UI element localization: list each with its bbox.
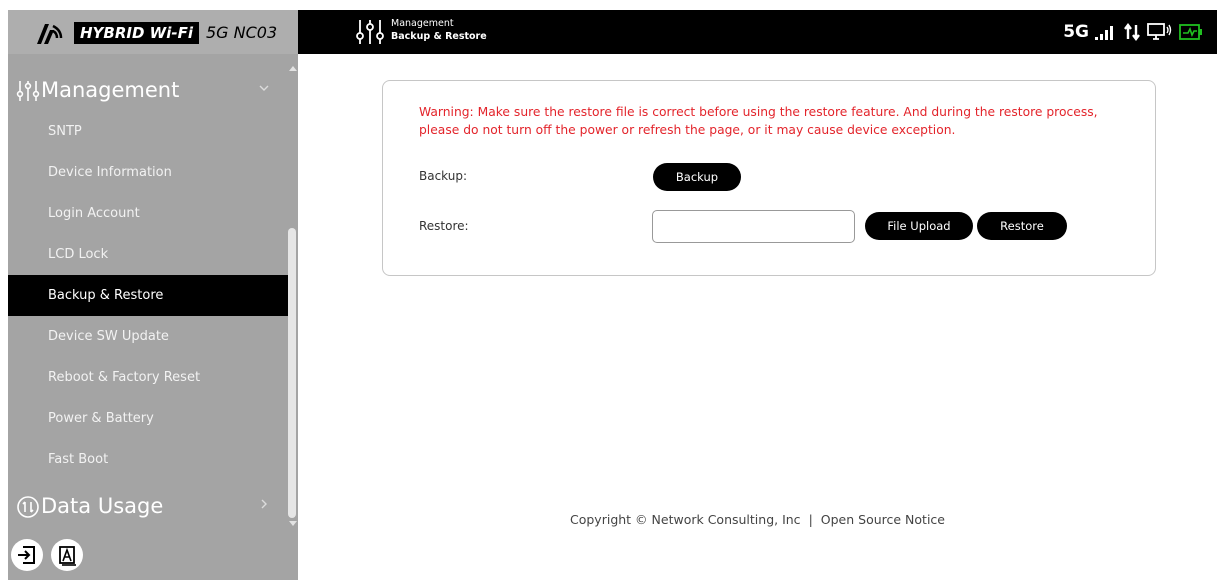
file-upload-button[interactable]: File Upload	[865, 212, 973, 240]
section-data-usage-label: Data Usage	[41, 494, 164, 518]
status-bar: 5G	[1063, 20, 1203, 44]
language-icon[interactable]	[50, 538, 84, 572]
brand-badge: HYBRID Wi-Fi	[74, 22, 199, 44]
sliders-icon	[16, 81, 40, 101]
sidebar-item-lcd-lock[interactable]: LCD Lock	[8, 234, 288, 275]
sidebar-bottom-actions	[8, 530, 298, 580]
backup-restore-card: Warning: Make sure the restore file is c…	[382, 80, 1156, 276]
sidebar-item-label: Fast Boot	[48, 452, 109, 467]
restore-warning: Warning: Make sure the restore file is c…	[419, 105, 1098, 137]
copyright-text: Copyright © Network Consulting, Inc	[570, 512, 801, 527]
sidebar-item-device-information[interactable]: Device Information	[8, 152, 288, 193]
sidebar-scrollbar[interactable]	[288, 66, 298, 530]
sidebar-item-device-sw-update[interactable]: Device SW Update	[8, 316, 288, 357]
sidebar-item-login-account[interactable]: Login Account	[8, 193, 288, 234]
sidebar-item-label: Backup & Restore	[48, 288, 164, 303]
backup-label: Backup:	[419, 169, 468, 183]
logout-icon[interactable]	[10, 538, 44, 572]
connected-devices-icon	[1147, 23, 1172, 40]
signal-icon	[1095, 26, 1113, 40]
footer: Copyright © Network Consulting, Inc | Open…	[298, 511, 1217, 529]
footer-separator: |	[808, 512, 813, 527]
sidebar-item-label: SNTP	[48, 124, 82, 139]
brand-header: HYBRID Wi-Fi 5G NC03	[8, 10, 298, 54]
battery-charging-icon	[1179, 24, 1202, 40]
sidebar: HYBRID Wi-Fi 5G NC03 Management SNTP Dev…	[8, 10, 298, 580]
breadcrumb-current: Backup & Restore	[391, 31, 487, 42]
restore-file-field[interactable]	[652, 210, 855, 243]
data-usage-icon	[17, 496, 39, 518]
brand-model: 5G NC03	[206, 23, 278, 42]
sidebar-item-label: Device Information	[48, 165, 172, 180]
data-transfer-icon	[1124, 23, 1140, 41]
top-bar: Management Backup & Restore 5G	[298, 10, 1217, 54]
sidebar-item-reboot-factory-reset[interactable]: Reboot & Factory Reset	[8, 357, 288, 398]
scroll-down-arrow-icon[interactable]	[289, 521, 297, 526]
sidebar-item-sntp[interactable]: SNTP	[8, 111, 288, 152]
open-source-notice-link[interactable]: Open Source Notice	[821, 512, 945, 527]
chevron-right-icon	[261, 499, 267, 509]
section-management[interactable]: Management	[8, 68, 288, 112]
sliders-icon	[356, 20, 384, 44]
sidebar-item-label: Reboot & Factory Reset	[48, 370, 201, 385]
sidebar-item-label: Login Account	[48, 206, 140, 221]
restore-button[interactable]: Restore	[977, 212, 1067, 240]
scroll-up-arrow-icon[interactable]	[289, 66, 297, 71]
sidebar-item-label: LCD Lock	[48, 247, 109, 262]
section-management-label: Management	[41, 78, 180, 102]
section-data-usage[interactable]: Data Usage	[8, 484, 288, 528]
sidebar-item-power-battery[interactable]: Power & Battery	[8, 398, 288, 439]
backup-button[interactable]: Backup	[653, 163, 741, 191]
sidebar-item-fast-boot[interactable]: Fast Boot	[8, 439, 288, 480]
sidebar-item-backup-restore[interactable]: Backup & Restore	[8, 275, 288, 316]
network-type: 5G	[1063, 22, 1089, 42]
brand-logo-icon	[37, 24, 63, 44]
restore-label: Restore:	[419, 219, 469, 233]
sidebar-item-label: Device SW Update	[48, 329, 169, 344]
chevron-down-icon	[259, 85, 269, 91]
breadcrumb-parent: Management	[391, 18, 454, 29]
scroll-thumb[interactable]	[288, 228, 296, 518]
sidebar-item-label: Power & Battery	[48, 411, 154, 426]
